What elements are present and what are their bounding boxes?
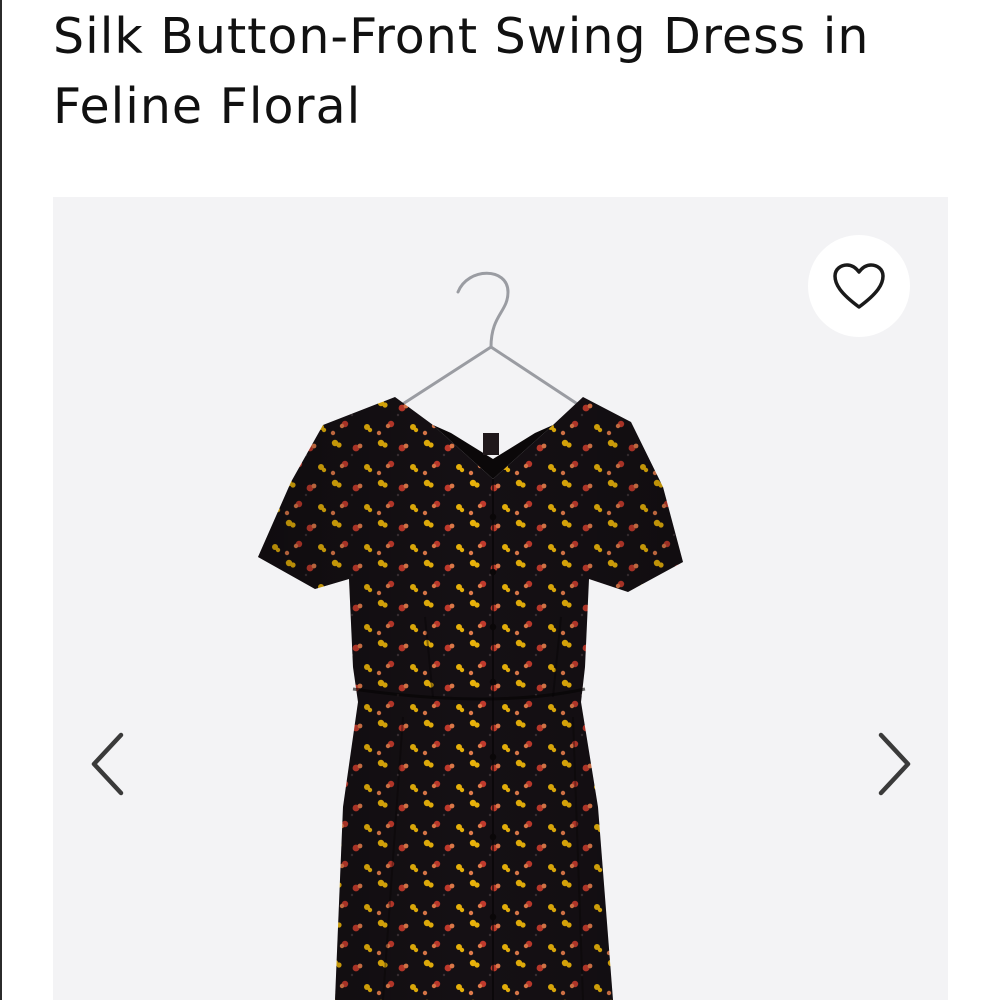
chevron-right-icon	[878, 732, 911, 796]
previous-image-button[interactable]	[83, 729, 133, 799]
left-border	[0, 0, 2, 1000]
favorite-button[interactable]	[808, 235, 910, 337]
product-image-gallery[interactable]	[53, 197, 948, 1000]
hanger	[393, 271, 587, 411]
heart-outline-icon	[833, 263, 885, 309]
chevron-left-icon	[91, 732, 124, 796]
product-title: Silk Button-Front Swing Dress in Feline …	[53, 8, 870, 135]
product-image	[258, 271, 683, 1000]
next-image-button[interactable]	[869, 729, 919, 799]
